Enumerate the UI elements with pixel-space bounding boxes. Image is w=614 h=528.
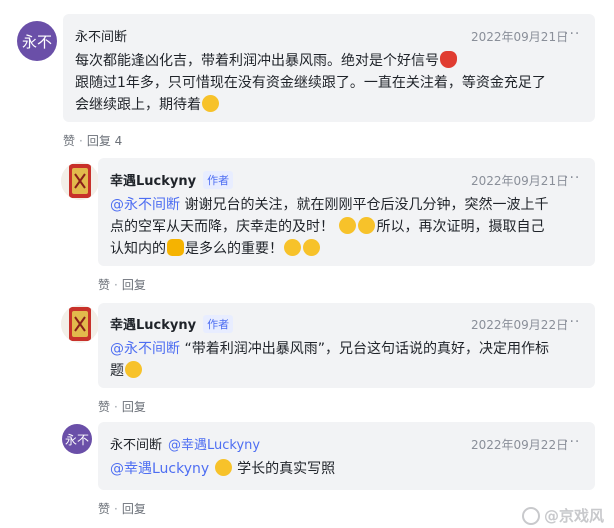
rose-emoji: [440, 51, 457, 68]
weibo-logo-icon: [521, 506, 540, 525]
author-avatar[interactable]: [61, 162, 99, 200]
comment-date: 2022年09月21日: [471, 174, 569, 188]
comment-actions: 赞 · 回复: [98, 276, 146, 293]
comment-actions: 赞 · 回复: [98, 500, 146, 517]
more-icon[interactable]: ···: [564, 26, 580, 42]
separator-dot: ·: [79, 133, 83, 148]
comment-text: @幸遇Luckyny 学长的真实写照: [110, 459, 336, 477]
smile-emoji: [358, 217, 376, 234]
comment-text: @永不间断 谢谢兄台的关注，就在刚刚平仓后没几分钟，突然一波上千 点的空军从天而…: [110, 197, 549, 257]
more-icon[interactable]: ···: [564, 314, 580, 330]
reply-button[interactable]: 回复 4: [87, 132, 122, 149]
comment-actions: 赞 · 回复: [98, 398, 146, 415]
money-bag-emoji: [167, 239, 184, 256]
author-badge: 作者: [203, 170, 234, 189]
author-logo-icon: [61, 162, 99, 200]
smile-emoji: [339, 217, 357, 234]
reply-button[interactable]: 回复: [122, 398, 146, 415]
mention-link[interactable]: @永不间断: [110, 341, 180, 357]
like-button[interactable]: 赞: [63, 132, 75, 149]
comment-header: 永不间断: [75, 26, 127, 45]
like-button[interactable]: 赞: [98, 500, 110, 517]
avatar[interactable]: 永不: [17, 21, 57, 61]
author-badge: 作者: [203, 314, 234, 333]
watermark: @京戏风: [521, 505, 604, 526]
thumbs-up-emoji: [125, 361, 142, 378]
reply-to-mention[interactable]: @幸遇Luckyny: [168, 434, 260, 453]
avatar[interactable]: 永不: [62, 424, 92, 454]
separator-dot: ·: [114, 277, 118, 292]
comment-header: 永不间断 @幸遇Luckyny: [110, 434, 260, 453]
mention-link[interactable]: @永不间断: [110, 197, 180, 213]
comment-header: 幸遇Luckyny 作者: [110, 170, 234, 189]
separator-dot: ·: [114, 399, 118, 414]
comment-actions: 赞 · 回复 4: [63, 132, 122, 149]
mention-link[interactable]: @幸遇Luckyny: [110, 461, 209, 477]
muscle-emoji: [303, 239, 320, 256]
like-button[interactable]: 赞: [98, 398, 110, 415]
more-icon[interactable]: ···: [564, 434, 580, 450]
more-icon[interactable]: ···: [564, 170, 580, 186]
reply-button[interactable]: 回复: [122, 500, 146, 517]
comment-date: 2022年09月21日: [471, 30, 569, 44]
author-name[interactable]: 幸遇Luckyny: [110, 314, 196, 333]
comment-text: 每次都能逢凶化吉，带着利润冲出暴风雨。绝对是个好信号 跟随过1年多，只可惜现在没…: [75, 51, 546, 113]
heart-hands-emoji: [202, 95, 219, 112]
reply-button[interactable]: 回复: [122, 276, 146, 293]
separator-dot: ·: [114, 501, 118, 516]
comment-date: 2022年09月22日: [471, 438, 569, 452]
comment-text: @永不间断 “带着利润冲出暴风雨”，兄台这句话说的真好，决定用作标 题: [110, 341, 549, 379]
comment-header: 幸遇Luckyny 作者: [110, 314, 234, 333]
comment-date: 2022年09月22日: [471, 318, 569, 332]
like-button[interactable]: 赞: [98, 276, 110, 293]
author-logo-icon: [61, 305, 99, 343]
author-avatar[interactable]: [61, 305, 99, 343]
author-name[interactable]: 永不间断: [75, 26, 127, 45]
author-name[interactable]: 永不间断: [110, 434, 162, 453]
author-name[interactable]: 幸遇Luckyny: [110, 170, 196, 189]
heart-hands-emoji: [214, 459, 232, 476]
muscle-emoji: [284, 239, 301, 256]
